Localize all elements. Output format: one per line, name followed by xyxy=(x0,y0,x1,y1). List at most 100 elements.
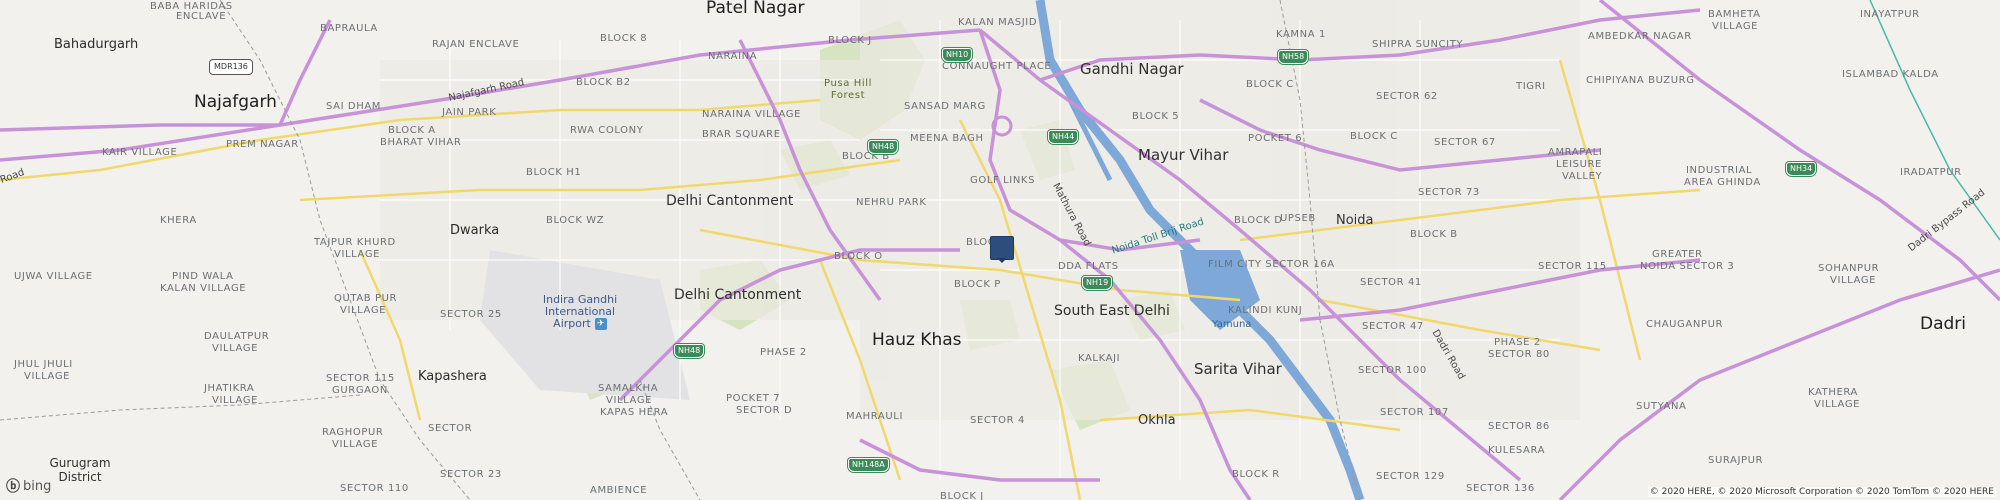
locality-label: INAYATPUR xyxy=(1860,9,1920,20)
locality-label: NOIDA SECTOR 3 xyxy=(1640,261,1735,272)
locality-label: NEHRU PARK xyxy=(856,197,927,208)
locality-label: SECTOR D xyxy=(736,405,793,416)
locality-label: SECTOR 73 xyxy=(1418,187,1480,198)
place-label-dwarka: Dwarka xyxy=(450,223,500,238)
locality-label: BLOCK 5 xyxy=(1132,111,1180,122)
locality-label: KULESARA xyxy=(1488,445,1546,456)
place-label-delhi-cantonment-1: Delhi Cantonment xyxy=(666,193,794,209)
locality-label: BAMHETA xyxy=(1708,9,1761,20)
locality-label: SECTOR 115 xyxy=(326,373,395,384)
locality-label: NARAINA xyxy=(708,51,758,62)
locality-label: JHUL JHULI xyxy=(14,359,73,370)
locality-label: SANSAD MARG xyxy=(904,101,986,112)
locality-label: KATHERA xyxy=(1808,387,1858,398)
locality-label: KAIR VILLAGE xyxy=(102,147,178,158)
locality-label: BLOCK C xyxy=(1350,131,1398,142)
place-label-hauz-khas: Hauz Khas xyxy=(872,330,962,350)
locality-label: AMBIENCE xyxy=(590,485,648,496)
locality-label: BHARAT VIHAR xyxy=(380,137,462,148)
locality-label: TIGRI xyxy=(1516,81,1546,92)
locality-label: UPSEB xyxy=(1280,213,1316,224)
locality-label: VILLAGE xyxy=(332,439,379,450)
locality-label: VILLAGE xyxy=(334,249,381,260)
locality-label: INDUSTRIAL xyxy=(1686,165,1753,176)
locality-label: SURAJPUR xyxy=(1708,455,1764,466)
locality-label: RAJAN ENCLAVE xyxy=(432,39,520,50)
locality-label: GURGAON xyxy=(332,385,388,396)
locality-label: BLOCK R xyxy=(1232,469,1280,480)
locality-label: DDA FLATS xyxy=(1058,261,1119,272)
road-shield-nh19: NH19 xyxy=(1082,276,1113,290)
map-viewport[interactable]: Bahadurgarh Najafgarh Dwarka Kapashera G… xyxy=(0,0,2000,500)
location-marker-icon[interactable] xyxy=(990,236,1014,263)
locality-label: AREA GHINDA xyxy=(1684,177,1761,188)
road-shield-nh48-north: NH48 xyxy=(868,140,899,154)
locality-label: MAHRAULI xyxy=(846,411,904,422)
locality-label: MEENA BAGH xyxy=(910,133,984,144)
locality-label: CHIPIYANA BUZURG xyxy=(1586,75,1695,86)
locality-label: SUTYANA xyxy=(1636,401,1687,412)
road-shield-nh148a: NH148A xyxy=(848,458,889,472)
locality-label: POCKET 6 xyxy=(1248,133,1303,144)
locality-label: SECTOR 41 xyxy=(1360,277,1422,288)
place-label-dadri: Dadri xyxy=(1920,314,1967,334)
locality-label: SECTOR 115 xyxy=(1538,261,1607,272)
locality-label: SHIPRA SUNCITY xyxy=(1372,39,1464,50)
locality-label: BLOCK J xyxy=(940,491,984,500)
place-label-bahadurgarh: Bahadurgarh xyxy=(54,37,139,52)
place-label-south-east-delhi: South East Delhi xyxy=(1054,303,1170,319)
locality-label: GOLF LINKS xyxy=(970,175,1036,186)
bing-logo[interactable]: ⓑ bing xyxy=(6,476,51,496)
locality-label: KALINDI KUNJ xyxy=(1228,305,1303,316)
locality-label: BLOCK D xyxy=(1234,215,1283,226)
locality-label: UJWA VILLAGE xyxy=(14,271,93,282)
locality-label: SAMALKHA xyxy=(598,383,659,394)
locality-label: PHASE 2 xyxy=(760,347,807,358)
locality-label: SECTOR 110 xyxy=(340,483,409,494)
locality-label: IRADATPUR xyxy=(1900,167,1962,178)
locality-label: VILLAGE xyxy=(340,305,387,316)
locality-label: VALLEY xyxy=(1562,171,1603,182)
locality-label: BLOCK A xyxy=(388,125,436,136)
river-label-yamuna: Yamuna xyxy=(1212,319,1252,330)
locality-label: VILLAGE xyxy=(1814,399,1861,410)
locality-label: KALKAJI xyxy=(1078,353,1121,364)
locality-label: SECTOR xyxy=(428,423,473,434)
locality-label: AMRAPALI xyxy=(1548,147,1603,158)
locality-label: CHAUGANPUR xyxy=(1646,319,1724,330)
park-label-pusa-hill-forest: Pusa Hill Forest xyxy=(824,78,872,101)
locality-label: SECTOR 47 xyxy=(1362,321,1424,332)
locality-label: BLOCK 8 xyxy=(600,33,648,44)
locality-label: BLOCK J xyxy=(828,35,872,46)
locality-label: SECTOR 129 xyxy=(1376,471,1445,482)
locality-label: PHASE 2 xyxy=(1494,337,1541,348)
locality-label: BLOCK B2 xyxy=(576,77,631,88)
locality-label: PIND WALA xyxy=(172,271,234,282)
road-shield-nh48-south: NH48 xyxy=(674,344,705,358)
locality-label: VILLAGE xyxy=(1830,275,1877,286)
locality-label: SECTOR 100 xyxy=(1358,365,1427,376)
place-label-delhi-cantonment-2: Delhi Cantonment xyxy=(674,287,802,303)
locality-label: BAPRAULA xyxy=(320,23,378,34)
place-label-gandhi-nagar: Gandhi Nagar xyxy=(1080,60,1184,78)
place-label-kapashera: Kapashera xyxy=(418,369,487,384)
locality-label: POCKET 7 xyxy=(726,393,781,404)
locality-label: BLOCK O xyxy=(834,251,883,262)
road-shield-nh10: NH10 xyxy=(942,48,973,62)
locality-label: CONNAUGHT PLACE xyxy=(942,61,1052,72)
locality-label: DAULATPUR xyxy=(204,331,270,342)
locality-label: SECTOR 136 xyxy=(1466,483,1535,494)
locality-label: JHATIKRA xyxy=(204,383,255,394)
locality-label: KALAN VILLAGE xyxy=(160,283,247,294)
road-shield-nh58: NH58 xyxy=(1278,50,1309,64)
locality-label: BLOCK H1 xyxy=(526,167,582,178)
bing-logo-text: bing xyxy=(23,478,52,494)
locality-label: NARAINA VILLAGE xyxy=(702,109,802,120)
locality-label: PREM NAGAR xyxy=(226,139,299,150)
locality-label: SECTOR 67 xyxy=(1434,137,1496,148)
place-label-sarita-vihar: Sarita Vihar xyxy=(1194,360,1282,378)
map-copyright: © 2020 HERE, © 2020 Microsoft Corporatio… xyxy=(1647,487,1996,497)
locality-label: LEISURE xyxy=(1556,159,1602,170)
locality-label: RAGHOPUR xyxy=(322,427,384,438)
place-label-mayur-vihar: Mayur Vihar xyxy=(1138,146,1229,164)
